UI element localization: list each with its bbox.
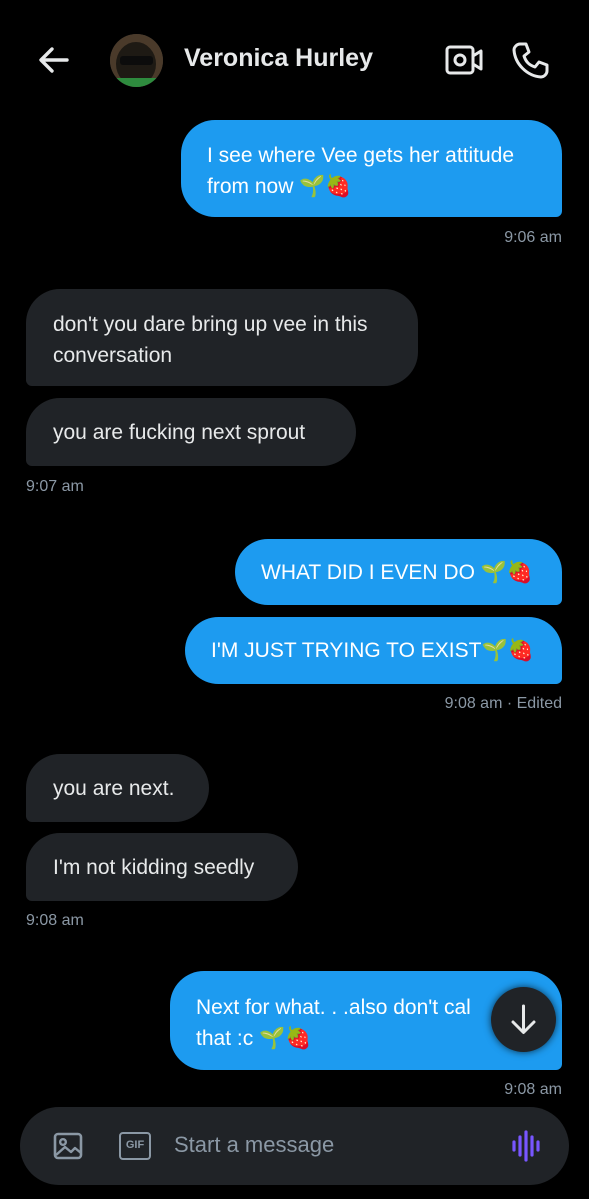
message-text: I'M JUST TRYING TO EXIST <box>211 639 482 662</box>
message-text: I see where Vee gets her attitude <box>207 144 515 167</box>
message-timestamp: 9:08 am · Edited <box>444 695 562 712</box>
chat-header: Veronica Hurley <box>0 0 589 120</box>
gif-label: GIF <box>125 1139 145 1151</box>
phone-call-icon[interactable] <box>510 40 550 80</box>
emoji: 🌱🍓 <box>299 175 352 198</box>
scroll-to-bottom-button[interactable] <box>491 987 556 1052</box>
image-icon[interactable] <box>52 1130 84 1162</box>
message-outgoing[interactable]: I'M JUST TRYING TO EXIST🌱🍓 <box>185 617 562 684</box>
video-call-icon[interactable] <box>444 42 484 78</box>
message-incoming[interactable]: don't you dare bring up vee in this conv… <box>26 289 418 386</box>
emoji: 🌱🍓 <box>481 639 534 662</box>
message-text: WHAT DID I EVEN DO <box>261 561 475 584</box>
message-incoming[interactable]: I'm not kidding seedly <box>26 833 298 901</box>
gif-icon[interactable]: GIF <box>119 1132 151 1160</box>
message-text: conversation <box>53 344 173 367</box>
message-timestamp: 9:08 am <box>26 912 84 929</box>
message-outgoing[interactable]: I see where Vee gets her attitude from n… <box>181 120 562 217</box>
message-outgoing[interactable]: WHAT DID I EVEN DO 🌱🍓 <box>235 539 562 605</box>
message-timestamp: 9:08 am <box>504 1081 562 1094</box>
message-text: I'm not kidding seedly <box>53 856 255 879</box>
message-composer: GIF Start a message <box>20 1107 569 1185</box>
emoji: 🌱🍓 <box>259 1027 312 1050</box>
contact-name[interactable]: Veronica Hurley <box>184 44 373 73</box>
emoji: 🌱🍓 <box>480 561 534 584</box>
avatar[interactable] <box>110 34 163 87</box>
message-text: from now <box>207 175 294 198</box>
message-text: you are next. <box>53 777 175 800</box>
voice-message-icon[interactable] <box>510 1129 544 1163</box>
arrow-left-icon[interactable] <box>34 40 74 80</box>
message-text: you are fucking next sprout <box>53 421 306 444</box>
message-text: don't you dare bring up vee in this <box>53 313 368 336</box>
message-incoming[interactable]: you are fucking next sprout <box>26 398 356 466</box>
message-text: that :c <box>196 1027 254 1050</box>
message-incoming[interactable]: you are next. <box>26 754 209 822</box>
message-text: Next for what. . .also don't cal <box>196 996 471 1019</box>
message-timestamp: 9:07 am <box>26 478 84 495</box>
arrow-down-icon <box>511 1004 536 1034</box>
message-timestamp: 9:06 am <box>504 229 562 246</box>
message-input[interactable]: Start a message <box>174 1132 334 1158</box>
